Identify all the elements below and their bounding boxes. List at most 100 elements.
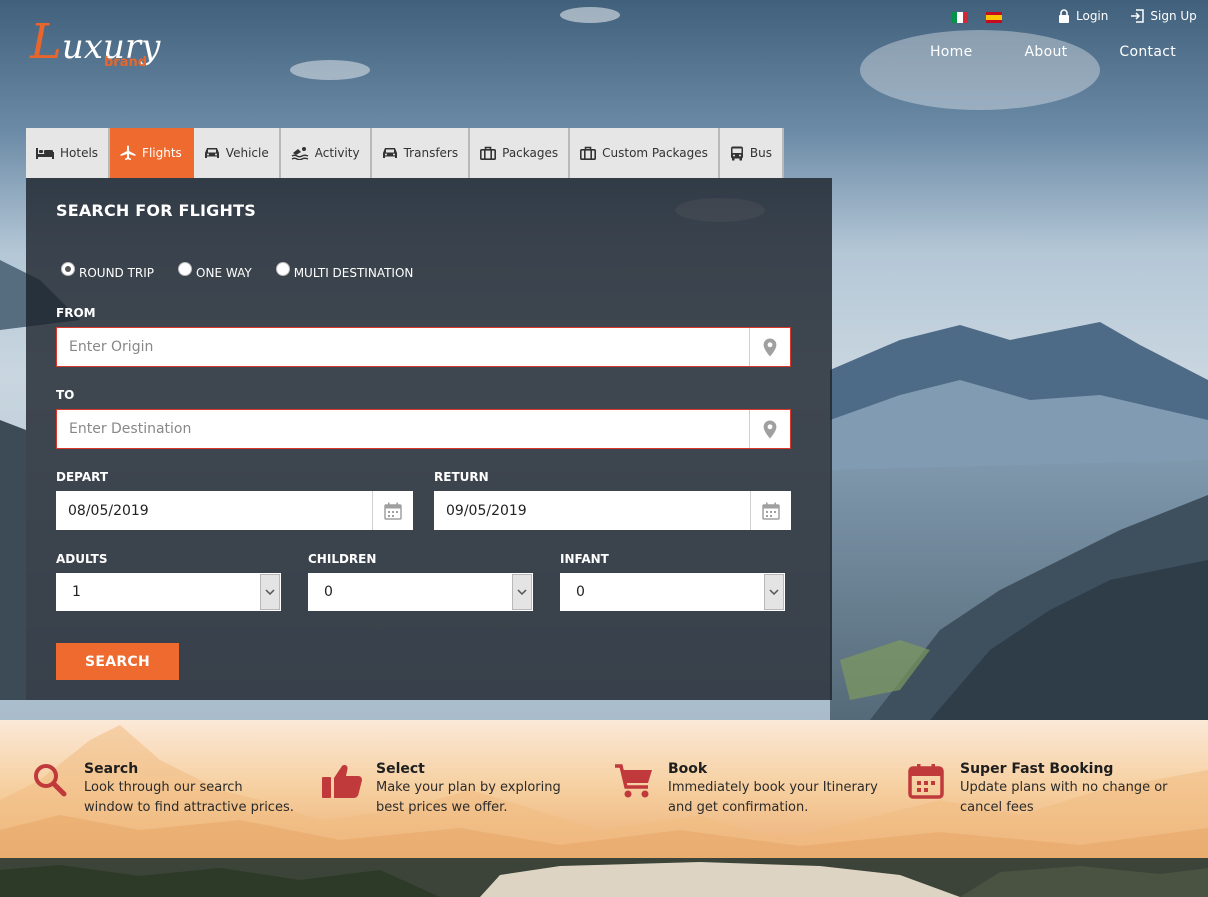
calendar-icon[interactable] bbox=[750, 491, 791, 530]
tab-transfers[interactable]: Transfers bbox=[371, 128, 471, 178]
radio-label: ONE WAY bbox=[196, 266, 252, 280]
radio-label: ROUND TRIP bbox=[79, 266, 155, 280]
language-switcher bbox=[952, 12, 1002, 23]
plane-icon bbox=[120, 145, 136, 161]
car-icon bbox=[204, 148, 219, 158]
infant-value: 0 bbox=[576, 584, 585, 600]
radio-label: MULTI DESTINATION bbox=[293, 266, 414, 280]
tab-label: Custom Packages bbox=[602, 146, 708, 160]
depart-field bbox=[56, 491, 413, 530]
radio-multi-destination[interactable]: MULTI DESTINATION bbox=[275, 262, 414, 280]
radio-button[interactable] bbox=[178, 262, 193, 276]
cart-icon bbox=[612, 760, 656, 818]
footer-image-strip bbox=[0, 858, 1208, 897]
nav-home[interactable]: Home bbox=[930, 44, 973, 60]
chevron-down-icon[interactable] bbox=[512, 574, 532, 610]
return-label: RETURN bbox=[434, 470, 489, 484]
radio-button[interactable] bbox=[275, 262, 290, 276]
adults-value: 1 bbox=[72, 584, 81, 600]
tab-hotels[interactable]: Hotels bbox=[26, 128, 111, 178]
flag-italy-icon[interactable] bbox=[952, 12, 968, 23]
magnifier-icon bbox=[28, 760, 72, 818]
search-title: SEARCH FOR FLIGHTS bbox=[56, 201, 256, 220]
tab-bus[interactable]: Bus bbox=[719, 128, 784, 178]
feature-search: Search Look through our search window to… bbox=[28, 760, 294, 818]
tab-label: Transfers bbox=[403, 146, 459, 160]
tab-flights[interactable]: Flights bbox=[110, 128, 194, 178]
feature-title: Search bbox=[84, 761, 139, 777]
tab-label: Packages bbox=[502, 146, 559, 160]
logo-subtitle: brand bbox=[104, 55, 148, 70]
tab-label: Bus bbox=[749, 146, 772, 160]
children-value: 0 bbox=[324, 584, 333, 600]
suitcase-icon bbox=[480, 146, 497, 160]
children-label: CHILDREN bbox=[308, 552, 377, 566]
auth-links: Login Sign Up bbox=[1058, 9, 1197, 23]
feature-description: Update plans with no change or cancel fe… bbox=[960, 780, 1168, 815]
bed-icon bbox=[36, 148, 54, 159]
depart-date-input[interactable] bbox=[56, 491, 372, 530]
feature-description: Look through our search window to find a… bbox=[84, 780, 294, 815]
features-band: Search Look through our search window to… bbox=[0, 720, 1208, 858]
logo-initial: L bbox=[30, 14, 62, 70]
bus-icon bbox=[730, 146, 743, 160]
car-icon bbox=[382, 148, 397, 158]
calendar-icon bbox=[904, 760, 948, 818]
feature-select: Select Make your plan by exploring best … bbox=[320, 760, 586, 818]
depart-label: DEPART bbox=[56, 470, 109, 484]
tab-label: Hotels bbox=[60, 146, 99, 160]
search-tabs: Hotels Flights Vehicle Activity Transfer… bbox=[26, 128, 784, 178]
nav-about[interactable]: About bbox=[1025, 44, 1068, 60]
origin-input[interactable] bbox=[57, 328, 749, 366]
signup-link[interactable]: Sign Up bbox=[1130, 9, 1197, 23]
tab-label: Flights bbox=[142, 146, 182, 160]
chevron-down-icon[interactable] bbox=[260, 574, 280, 610]
sign-in-icon bbox=[1131, 9, 1145, 23]
feature-title: Book bbox=[668, 761, 708, 777]
calendar-icon[interactable] bbox=[372, 491, 413, 530]
tab-custom-packages[interactable]: Custom Packages bbox=[570, 128, 720, 178]
feature-title: Select bbox=[376, 761, 425, 777]
main-nav: Home About Contact bbox=[930, 44, 1176, 60]
radio-round-trip[interactable]: ROUND TRIP bbox=[61, 262, 155, 280]
feature-description: Make your plan by exploring best prices … bbox=[376, 780, 561, 815]
feature-book: Book Immediately book your Itinerary and… bbox=[612, 760, 878, 818]
map-pin-icon[interactable] bbox=[749, 410, 790, 448]
suitcase-icon bbox=[580, 146, 597, 160]
tab-label: Activity bbox=[314, 146, 360, 160]
nav-contact[interactable]: Contact bbox=[1119, 44, 1176, 60]
return-field bbox=[434, 491, 791, 530]
tab-packages[interactable]: Packages bbox=[470, 128, 571, 178]
tab-vehicle[interactable]: Vehicle bbox=[193, 128, 281, 178]
radio-one-way[interactable]: ONE WAY bbox=[178, 262, 252, 280]
brand-logo[interactable]: Luxury brand bbox=[30, 18, 180, 75]
return-date-input[interactable] bbox=[434, 491, 750, 530]
radio-button[interactable] bbox=[61, 262, 75, 276]
swimmer-icon bbox=[291, 147, 308, 160]
login-label: Login bbox=[1076, 9, 1109, 23]
feature-title: Super Fast Booking bbox=[960, 761, 1114, 777]
adults-label: ADULTS bbox=[56, 552, 108, 566]
trip-type-group: ROUND TRIP ONE WAY MULTI DESTINATION bbox=[61, 262, 414, 280]
adults-select[interactable]: 1 bbox=[56, 573, 281, 611]
infant-select[interactable]: 0 bbox=[560, 573, 785, 611]
tab-label: Vehicle bbox=[225, 146, 269, 160]
to-field bbox=[56, 409, 791, 449]
flight-search-panel: SEARCH FOR FLIGHTS ROUND TRIP ONE WAY MU… bbox=[26, 178, 832, 700]
flag-spain-icon[interactable] bbox=[986, 12, 1002, 23]
lock-icon bbox=[1059, 9, 1069, 23]
destination-input[interactable] bbox=[57, 410, 749, 448]
map-pin-icon[interactable] bbox=[749, 328, 790, 366]
children-select[interactable]: 0 bbox=[308, 573, 533, 611]
login-link[interactable]: Login bbox=[1058, 9, 1108, 23]
tab-activity[interactable]: Activity bbox=[280, 128, 372, 178]
to-label: TO bbox=[56, 388, 75, 402]
chevron-down-icon[interactable] bbox=[764, 574, 784, 610]
signup-label: Sign Up bbox=[1150, 9, 1197, 23]
thumbs-up-icon bbox=[320, 760, 364, 818]
search-button[interactable]: SEARCH bbox=[56, 643, 179, 680]
feature-description: Immediately book your Itinerary and get … bbox=[668, 780, 878, 815]
from-field bbox=[56, 327, 791, 367]
infant-label: INFANT bbox=[560, 552, 609, 566]
from-label: FROM bbox=[56, 306, 96, 320]
